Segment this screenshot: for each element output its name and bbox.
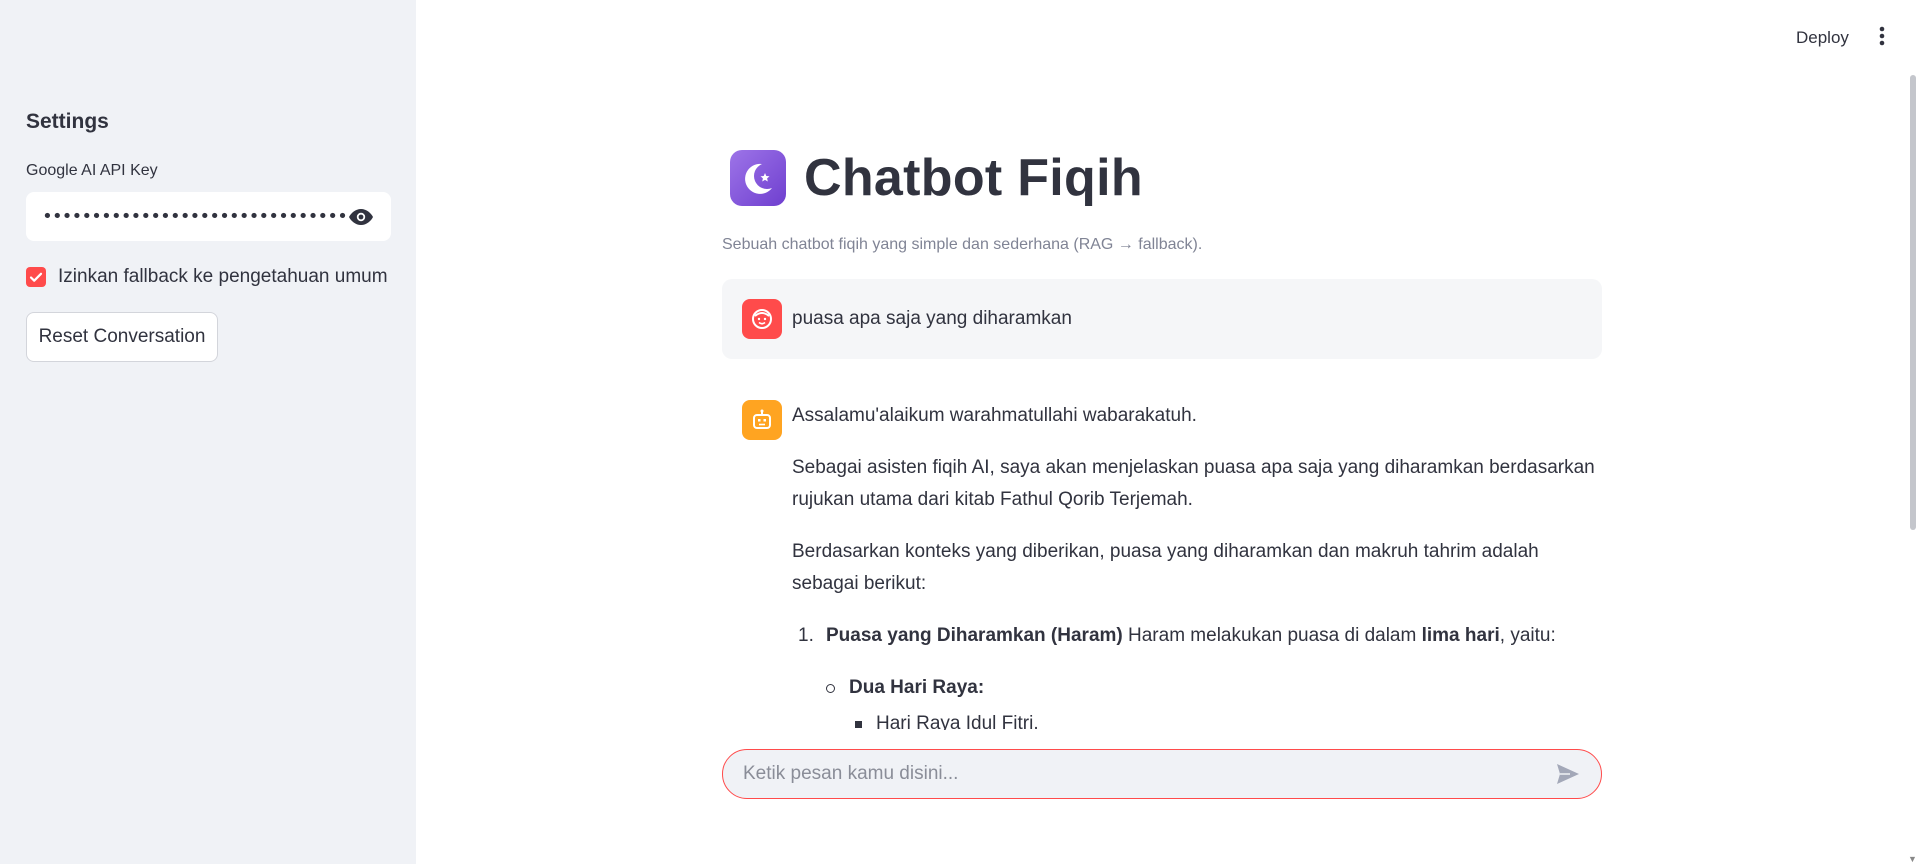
page-title: Chatbot Fiqih bbox=[804, 149, 1143, 207]
user-avatar-icon bbox=[742, 299, 782, 339]
sub-list-heading: Dua Hari Raya: bbox=[849, 677, 985, 698]
list-item-bold-2: lima hari bbox=[1421, 625, 1500, 646]
page-subtitle: Sebuah chatbot fiqih yang simple dan sed… bbox=[722, 236, 1203, 253]
deploy-button[interactable]: Deploy bbox=[1796, 28, 1849, 48]
chat-input-container[interactable] bbox=[722, 749, 1602, 799]
list-item-text: Puasa yang Diharamkan (Haram) Haram mela… bbox=[826, 620, 1556, 652]
more-menu-icon[interactable] bbox=[1872, 26, 1892, 50]
list-item-text-b: , yaitu: bbox=[1499, 625, 1556, 646]
reset-conversation-button[interactable]: Reset Conversation bbox=[26, 312, 218, 362]
fallback-label[interactable]: Izinkan fallback ke pengetahuan umum bbox=[58, 266, 388, 288]
list-item-text-a: Haram melakukan puasa di dalam bbox=[1122, 625, 1422, 646]
assistant-message-content: Assalamu'alaikum warahmatullahi wabaraka… bbox=[792, 400, 1602, 740]
list-number: 1. bbox=[798, 625, 814, 646]
scrollbar[interactable] bbox=[1910, 75, 1916, 530]
assistant-message: Assalamu'alaikum warahmatullahi wabaraka… bbox=[742, 400, 1602, 740]
api-key-value[interactable]: ••••••••••••••••••••••••••••••••••••••• bbox=[42, 206, 347, 227]
square-bullet-icon bbox=[855, 720, 862, 728]
user-message: puasa apa saja yang diharamkan bbox=[722, 279, 1602, 359]
send-icon[interactable] bbox=[1555, 761, 1581, 787]
scroll-down-icon[interactable]: ▼ bbox=[1908, 854, 1917, 864]
fallback-checkbox-row[interactable]: Izinkan fallback ke pengetahuan umum bbox=[26, 266, 388, 288]
api-key-label: Google AI API Key bbox=[26, 162, 158, 179]
bot-paragraph-1: Sebagai asisten fiqih AI, saya akan menj… bbox=[792, 457, 1595, 510]
list-item-bold: Puasa yang Diharamkan (Haram) bbox=[826, 625, 1123, 646]
bot-greeting: Assalamu'alaikum warahmatullahi wabaraka… bbox=[792, 405, 1197, 426]
bottom-area bbox=[416, 800, 1910, 864]
sub-list-item: Dua Hari Raya: bbox=[826, 672, 1602, 704]
list-item: 1. Puasa yang Diharamkan (Haram) Haram m… bbox=[798, 620, 1602, 652]
input-fade bbox=[722, 730, 1602, 750]
crescent-moon-icon bbox=[730, 150, 786, 206]
eye-icon[interactable] bbox=[347, 203, 375, 231]
check-icon bbox=[29, 272, 43, 282]
sidebar: Settings Google AI API Key •••••••••••••… bbox=[0, 0, 416, 864]
bot-paragraph-2: Berdasarkan konteks yang diberikan, puas… bbox=[792, 541, 1539, 594]
title-row: Chatbot Fiqih bbox=[730, 148, 1143, 208]
api-key-field[interactable]: ••••••••••••••••••••••••••••••••••••••• bbox=[26, 192, 391, 241]
fallback-checkbox[interactable] bbox=[26, 267, 46, 287]
user-message-text: puasa apa saja yang diharamkan bbox=[792, 308, 1072, 329]
sidebar-heading: Settings bbox=[26, 110, 109, 133]
chat-input[interactable] bbox=[743, 763, 1555, 785]
circle-bullet-icon bbox=[826, 683, 835, 693]
bot-avatar-icon bbox=[742, 400, 782, 440]
